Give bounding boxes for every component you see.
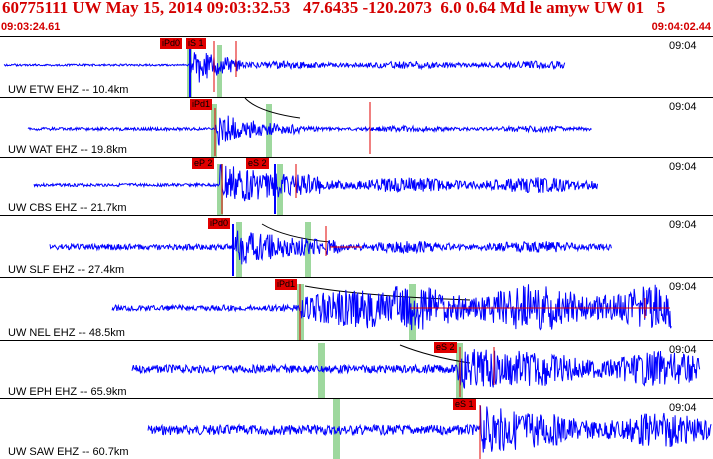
event-title: 60775111 UW May 15, 2014 09:03:32.53 47.…	[2, 0, 666, 17]
trace-panel-saw[interactable]: eS 1 09:04 UW SAW EHZ -- 60.7km	[0, 398, 713, 459]
start-time: 09:03:24.61	[1, 21, 61, 33]
waveform-trace	[111, 284, 672, 331]
trace-panel-cbs[interactable]: eP 2 eS 2 09:04 UW CBS EHZ -- 21.7km	[0, 157, 713, 215]
trace-panel-slf[interactable]: iPd0 09:04 UW SLF EHZ -- 27.4km	[0, 215, 713, 277]
station-label: UW ETW EHZ -- 10.4km	[8, 84, 129, 96]
waveform-trace	[147, 405, 712, 453]
waveform-trace	[33, 163, 598, 202]
pick-label[interactable]: iS 1	[186, 38, 206, 49]
pick-label[interactable]: eP 2	[192, 158, 215, 169]
pick-label[interactable]: eS 2	[246, 158, 269, 169]
pick-label[interactable]: iPd1	[190, 99, 213, 110]
waveform-trace	[27, 115, 592, 146]
pick-label[interactable]: eS 2	[434, 342, 457, 353]
end-time: 09:04:02.44	[651, 21, 711, 33]
pick-label[interactable]: iPd1	[275, 279, 298, 290]
seismogram-panels: iPd0 iS 1 09:04 UW ETW EHZ -- 10.4km iPd…	[0, 36, 713, 459]
panel-clock: 09:04	[669, 402, 697, 414]
station-label: UW EPH EHZ -- 65.9km	[8, 386, 127, 398]
panel-clock: 09:04	[669, 344, 697, 356]
trace-panel-eph[interactable]: eS 2 09:04 UW EPH EHZ -- 65.9km	[0, 340, 713, 398]
event-header: 60775111 UW May 15, 2014 09:03:32.53 47.…	[0, 0, 713, 36]
panel-clock: 09:04	[669, 101, 697, 113]
pick-label[interactable]: iPd0	[208, 218, 231, 229]
travel-time-curve	[244, 98, 301, 119]
waveform-trace	[3, 41, 566, 83]
station-label: UW SLF EHZ -- 27.4km	[8, 264, 125, 276]
trace-panel-nel[interactable]: iPd1 09:04 UW NEL EHZ -- 48.5km	[0, 277, 713, 340]
waveform-trace	[131, 349, 701, 389]
pick-label[interactable]: iPd0	[160, 38, 183, 49]
panel-clock: 09:04	[669, 161, 697, 173]
station-label: UW NEL EHZ -- 48.5km	[8, 327, 125, 339]
panel-clock: 09:04	[669, 281, 697, 293]
station-label: UW SAW EHZ -- 60.7km	[8, 446, 129, 458]
station-label: UW CBS EHZ -- 21.7km	[8, 202, 127, 214]
panel-clock: 09:04	[669, 40, 697, 52]
pick-label[interactable]: eS 1	[453, 399, 476, 410]
trace-panel-wat[interactable]: iPd1 09:04 UW WAT EHZ -- 19.8km	[0, 97, 713, 157]
station-label: UW WAT EHZ -- 19.8km	[8, 144, 127, 156]
panel-clock: 09:04	[669, 219, 697, 231]
trace-panel-etw[interactable]: iPd0 iS 1 09:04 UW ETW EHZ -- 10.4km	[0, 36, 713, 97]
